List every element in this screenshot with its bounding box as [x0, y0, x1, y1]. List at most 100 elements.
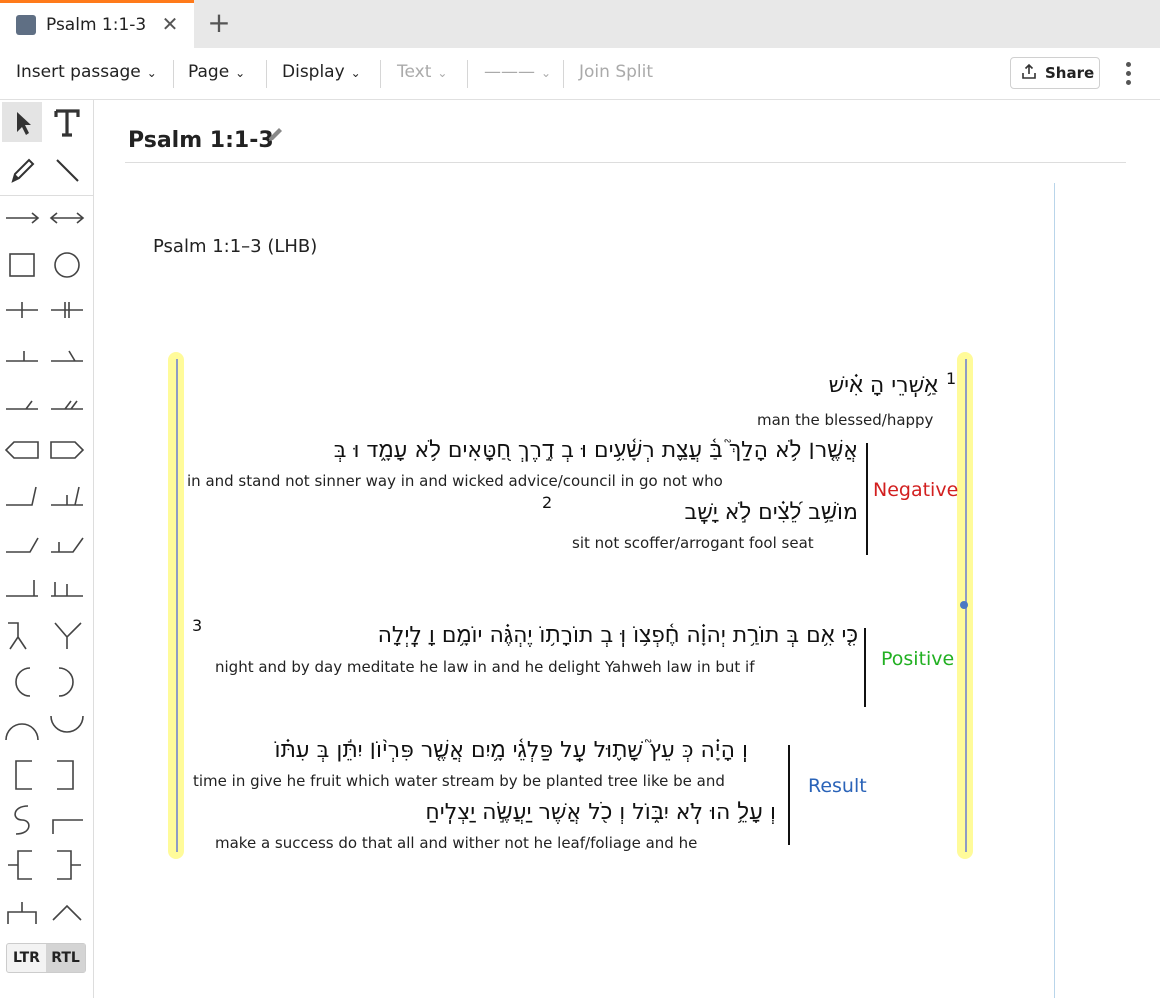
modifier-line-icon[interactable] — [2, 383, 42, 423]
corner-line-icon[interactable] — [2, 568, 42, 608]
tab-psalm[interactable]: Psalm 1:1-3 ✕ — [0, 0, 194, 48]
label-negative[interactable]: Negative — [873, 479, 958, 501]
page-label: Page — [188, 62, 230, 82]
passage-reference[interactable]: Psalm 1:1–3 (LHB) — [153, 236, 317, 257]
share-label: Share — [1045, 64, 1095, 82]
bar-handle[interactable] — [960, 601, 968, 609]
label-result[interactable]: Result — [808, 775, 867, 797]
gloss-line: time in give he fruit which water stream… — [193, 772, 725, 790]
gloss-line: make a success do that all and wither no… — [215, 834, 698, 852]
arc-top-icon[interactable] — [2, 708, 42, 748]
tab-title: Psalm 1:1-3 — [46, 15, 147, 35]
toolbar-divider — [563, 60, 564, 88]
ltr-button[interactable]: LTR — [7, 944, 46, 972]
arrow-both-icon[interactable] — [47, 198, 87, 238]
plus-icon[interactable]: + — [205, 6, 233, 39]
rtl-button[interactable]: RTL — [46, 944, 85, 972]
select-arrow-icon[interactable] — [2, 102, 42, 142]
page-boundary — [1054, 183, 1055, 998]
line-icon[interactable] — [47, 150, 87, 190]
double-modifier-icon[interactable] — [47, 383, 87, 423]
chevron-down-icon: ⌄ — [350, 66, 361, 80]
share-icon — [1021, 63, 1037, 85]
toolbar: Insert passage ⌄ Page ⌄ Display ⌄ Text ⌄ ———… — [0, 48, 1160, 100]
insert-passage-label: Insert passage — [16, 62, 141, 82]
tag-left-icon[interactable] — [2, 430, 42, 470]
edit-icon[interactable] — [266, 124, 286, 144]
line-style-button[interactable]: ——— ⌄ — [484, 62, 551, 82]
page-button[interactable]: Page ⌄ — [188, 62, 245, 82]
chevron-down-icon: ⌄ — [541, 66, 552, 80]
gloss-line: night and by day meditate he law in and … — [215, 658, 755, 676]
line-style-label: ——— — [484, 62, 535, 82]
subject-line-icon[interactable] — [2, 337, 42, 377]
display-label: Display — [282, 62, 345, 82]
tab-icon — [16, 15, 36, 35]
positive-bracket[interactable] — [864, 628, 866, 707]
display-button[interactable]: Display ⌄ — [282, 62, 361, 82]
toolbar-divider — [173, 60, 174, 88]
fork-right-icon[interactable] — [47, 615, 87, 655]
gloss-line: sit not scoffer/arrogant fool seat — [572, 534, 814, 552]
toolbar-divider — [380, 60, 381, 88]
hebrew-line[interactable]: כִּ֤י אִ֥ם בְּ תוֹרַ֥ת יְהוָ֗ה חֶ֫פְצ֥וֹ… — [378, 622, 858, 648]
share-button[interactable]: Share — [1010, 57, 1100, 89]
hebrew-line[interactable]: מוֹשַׁ֥ב לֵ֝צִ֗ים לֹ֣א יָשָֽׁב — [685, 499, 858, 525]
fork-left-icon[interactable] — [2, 615, 42, 655]
gloss-line: man the blessed/happy — [757, 411, 934, 429]
negative-bracket[interactable] — [866, 443, 868, 555]
tool-palette: LTR RTL — [0, 100, 94, 998]
tag-right-icon[interactable] — [47, 430, 87, 470]
hebrew-line[interactable]: וְ עָלֵ֥ הוּ לֹֽא יִבּ֑וֹל וְ כֹ֖ל אֲשֶׁ… — [425, 799, 776, 825]
text-button[interactable]: Text ⌄ — [397, 62, 447, 82]
direction-toggle: LTR RTL — [6, 943, 86, 973]
rectangle-icon[interactable] — [2, 245, 42, 285]
result-bracket[interactable] — [788, 745, 790, 845]
angle-line-icon[interactable] — [2, 522, 42, 562]
chevron-down-icon: ⌄ — [146, 66, 157, 80]
slant-line-icon[interactable] — [47, 337, 87, 377]
text-tool-icon[interactable] — [47, 102, 87, 142]
page-title[interactable]: Psalm 1:1-3 — [128, 128, 274, 153]
step-line-icon[interactable] — [47, 800, 87, 840]
close-icon[interactable]: ✕ — [158, 12, 182, 36]
palette-divider — [0, 195, 93, 196]
toolbar-divider — [266, 60, 267, 88]
pencil-icon[interactable] — [2, 150, 42, 190]
circle-icon[interactable] — [47, 245, 87, 285]
hebrew-line[interactable]: וְֽ הָיָ֗ה כְּ עֵץ֮ שָׁת֪וּל עַֽל פַּלְג… — [274, 737, 748, 763]
title-divider — [125, 162, 1126, 163]
chevron-down-icon: ⌄ — [437, 66, 448, 80]
bracket-right-icon[interactable] — [47, 755, 87, 795]
cross-line-icon[interactable] — [2, 290, 42, 330]
highlight-bar-left[interactable] — [168, 352, 184, 859]
verse-number: 1 — [946, 369, 957, 388]
square-bracket-left-icon[interactable] — [2, 845, 42, 885]
branch-line-icon[interactable] — [2, 890, 42, 930]
caret-icon[interactable] — [47, 890, 87, 930]
arc-bottom-icon[interactable] — [47, 708, 87, 748]
toolbar-divider — [467, 60, 468, 88]
bracket-left-icon[interactable] — [2, 755, 42, 795]
square-bracket-right-icon[interactable] — [47, 845, 87, 885]
bent-line-icon[interactable] — [2, 475, 42, 515]
arc-right-icon[interactable] — [47, 662, 87, 702]
bent-tick-icon[interactable] — [47, 475, 87, 515]
hebrew-line[interactable]: אַ֥שְֽׁרֵי הָ אִ֗ישׁ — [829, 372, 938, 398]
chevron-down-icon: ⌄ — [235, 66, 246, 80]
double-cross-line-icon[interactable] — [47, 290, 87, 330]
more-icon[interactable] — [1118, 56, 1138, 90]
gloss-line: in and stand not sinner way in and wicke… — [187, 472, 723, 490]
hebrew-line[interactable]: אֲשֶׁ֤ר׀ לֹ֥א הָלַךְ֮ בַּ֫ עֲצַ֪ת רְשָׁ֫… — [334, 437, 858, 463]
join-split-button[interactable]: Join Split — [579, 62, 653, 82]
verse-number: 2 — [542, 493, 553, 512]
label-positive[interactable]: Positive — [881, 648, 954, 670]
corner-tick-icon[interactable] — [47, 568, 87, 608]
angle-tick-icon[interactable] — [47, 522, 87, 562]
s-curve-icon[interactable] — [2, 800, 42, 840]
arc-left-icon[interactable] — [2, 662, 42, 702]
insert-passage-button[interactable]: Insert passage ⌄ — [16, 62, 157, 82]
text-label: Text — [397, 62, 432, 82]
verse-number: 3 — [192, 616, 203, 635]
arrow-right-icon[interactable] — [2, 198, 42, 238]
